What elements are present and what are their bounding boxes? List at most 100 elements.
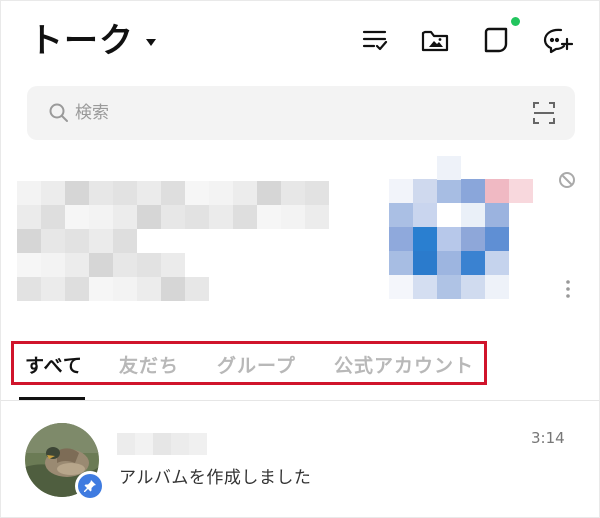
caret-down-icon	[146, 38, 156, 46]
tab-friends[interactable]: 友だち	[119, 349, 179, 379]
mosaic-pixel	[437, 203, 461, 227]
mosaic-pixel	[89, 277, 113, 301]
mosaic-pixel	[437, 179, 461, 203]
talk-title-dropdown[interactable]: トーク	[29, 21, 156, 61]
tab-all[interactable]: すべて	[25, 349, 83, 379]
mosaic-pixel	[509, 179, 533, 203]
mosaic-pixel	[65, 205, 89, 229]
last-message: アルバムを作成しました	[119, 468, 312, 488]
pinned-badge	[75, 471, 105, 501]
qr-scan-icon[interactable]	[531, 100, 557, 126]
mosaic-pixel	[281, 205, 305, 229]
mosaic-pixel	[113, 229, 137, 253]
mosaic-pixel	[65, 253, 89, 277]
banner-ad[interactable]	[1, 151, 599, 321]
mosaic-pixel	[413, 179, 437, 203]
mosaic-pixel	[65, 277, 89, 301]
mosaic-pixel	[437, 227, 461, 251]
album-folder-icon[interactable]	[418, 23, 452, 57]
chat-list-item[interactable]: アルバムを作成しました 3:14	[1, 403, 599, 517]
pin-icon	[84, 480, 96, 492]
mosaic-pixel	[437, 251, 461, 275]
chat-name-blurred	[117, 433, 207, 455]
mosaic-pixel	[233, 205, 257, 229]
mosaic-pixel	[89, 205, 113, 229]
checklist-icon[interactable]	[358, 23, 392, 57]
mosaic-pixel	[257, 205, 281, 229]
mosaic-pixel	[137, 253, 161, 277]
new-chat-icon[interactable]	[540, 23, 574, 57]
mosaic-pixel	[437, 275, 461, 299]
mosaic-pixel	[389, 227, 413, 251]
mosaic-pixel	[413, 203, 437, 227]
mosaic-pixel	[17, 229, 41, 253]
mosaic-pixel	[461, 275, 485, 299]
mosaic-pixel	[17, 181, 41, 205]
mosaic-pixel	[17, 277, 41, 301]
tab-groups[interactable]: グループ	[217, 349, 296, 379]
mosaic-pixel	[209, 181, 233, 205]
header: トーク	[1, 1, 599, 81]
mosaic-pixel	[41, 205, 65, 229]
mosaic-pixel	[161, 253, 185, 277]
search-icon	[49, 103, 68, 122]
mosaic-pixel	[413, 227, 437, 251]
mosaic-pixel	[233, 181, 257, 205]
divider	[1, 400, 599, 401]
notification-dot	[511, 17, 520, 26]
mosaic-pixel	[305, 205, 329, 229]
timestamp: 3:14	[531, 429, 565, 447]
mosaic-pixel	[485, 275, 509, 299]
mosaic-pixel	[89, 229, 113, 253]
talk-screen: トーク 検索 すべて 友だち グループ 公式アカウント アルバムを作成しました …	[1, 1, 599, 517]
mosaic-pixel	[41, 181, 65, 205]
mosaic-pixel	[137, 277, 161, 301]
mosaic-pixel	[461, 203, 485, 227]
mosaic-pixel	[17, 253, 41, 277]
mosaic-pixel	[485, 227, 509, 251]
mosaic-pixel	[413, 251, 437, 275]
mosaic-pixel	[305, 181, 329, 205]
mosaic-pixel	[437, 156, 461, 180]
mosaic-pixel	[185, 181, 209, 205]
mosaic-pixel	[89, 181, 113, 205]
voom-icon[interactable]	[479, 23, 513, 57]
mosaic-pixel	[389, 251, 413, 275]
mosaic-pixel	[485, 251, 509, 275]
search-input[interactable]	[75, 98, 515, 128]
mosaic-pixel	[65, 181, 89, 205]
mosaic-pixel	[209, 205, 233, 229]
mosaic-pixel	[389, 203, 413, 227]
mosaic-pixel	[461, 179, 485, 203]
search-bar[interactable]	[27, 86, 575, 140]
mosaic-pixel	[113, 253, 137, 277]
mosaic-pixel	[161, 205, 185, 229]
mosaic-pixel	[65, 229, 89, 253]
hide-banner-icon[interactable]	[557, 170, 577, 190]
more-options-icon[interactable]	[561, 277, 575, 301]
mosaic-pixel	[413, 275, 437, 299]
page-title: トーク	[29, 21, 134, 61]
mosaic-pixel	[113, 181, 137, 205]
mosaic-pixel	[389, 275, 413, 299]
mosaic-pixel	[137, 205, 161, 229]
mosaic-pixel	[461, 227, 485, 251]
mosaic-pixel	[389, 179, 413, 203]
tab-official-accounts[interactable]: 公式アカウント	[334, 349, 474, 379]
mosaic-pixel	[161, 277, 185, 301]
mosaic-pixel	[461, 251, 485, 275]
mosaic-pixel	[485, 203, 509, 227]
mosaic-pixel	[185, 277, 209, 301]
mosaic-pixel	[161, 181, 185, 205]
mosaic-pixel	[185, 205, 209, 229]
mosaic-pixel	[485, 179, 509, 203]
mosaic-pixel	[17, 205, 41, 229]
chat-filter-tabs: すべて 友だち グループ 公式アカウント	[1, 337, 599, 401]
mosaic-pixel	[137, 181, 161, 205]
mosaic-pixel	[281, 181, 305, 205]
mosaic-pixel	[113, 277, 137, 301]
mosaic-pixel	[41, 253, 65, 277]
mosaic-pixel	[41, 277, 65, 301]
mosaic-pixel	[113, 205, 137, 229]
mosaic-pixel	[257, 181, 281, 205]
